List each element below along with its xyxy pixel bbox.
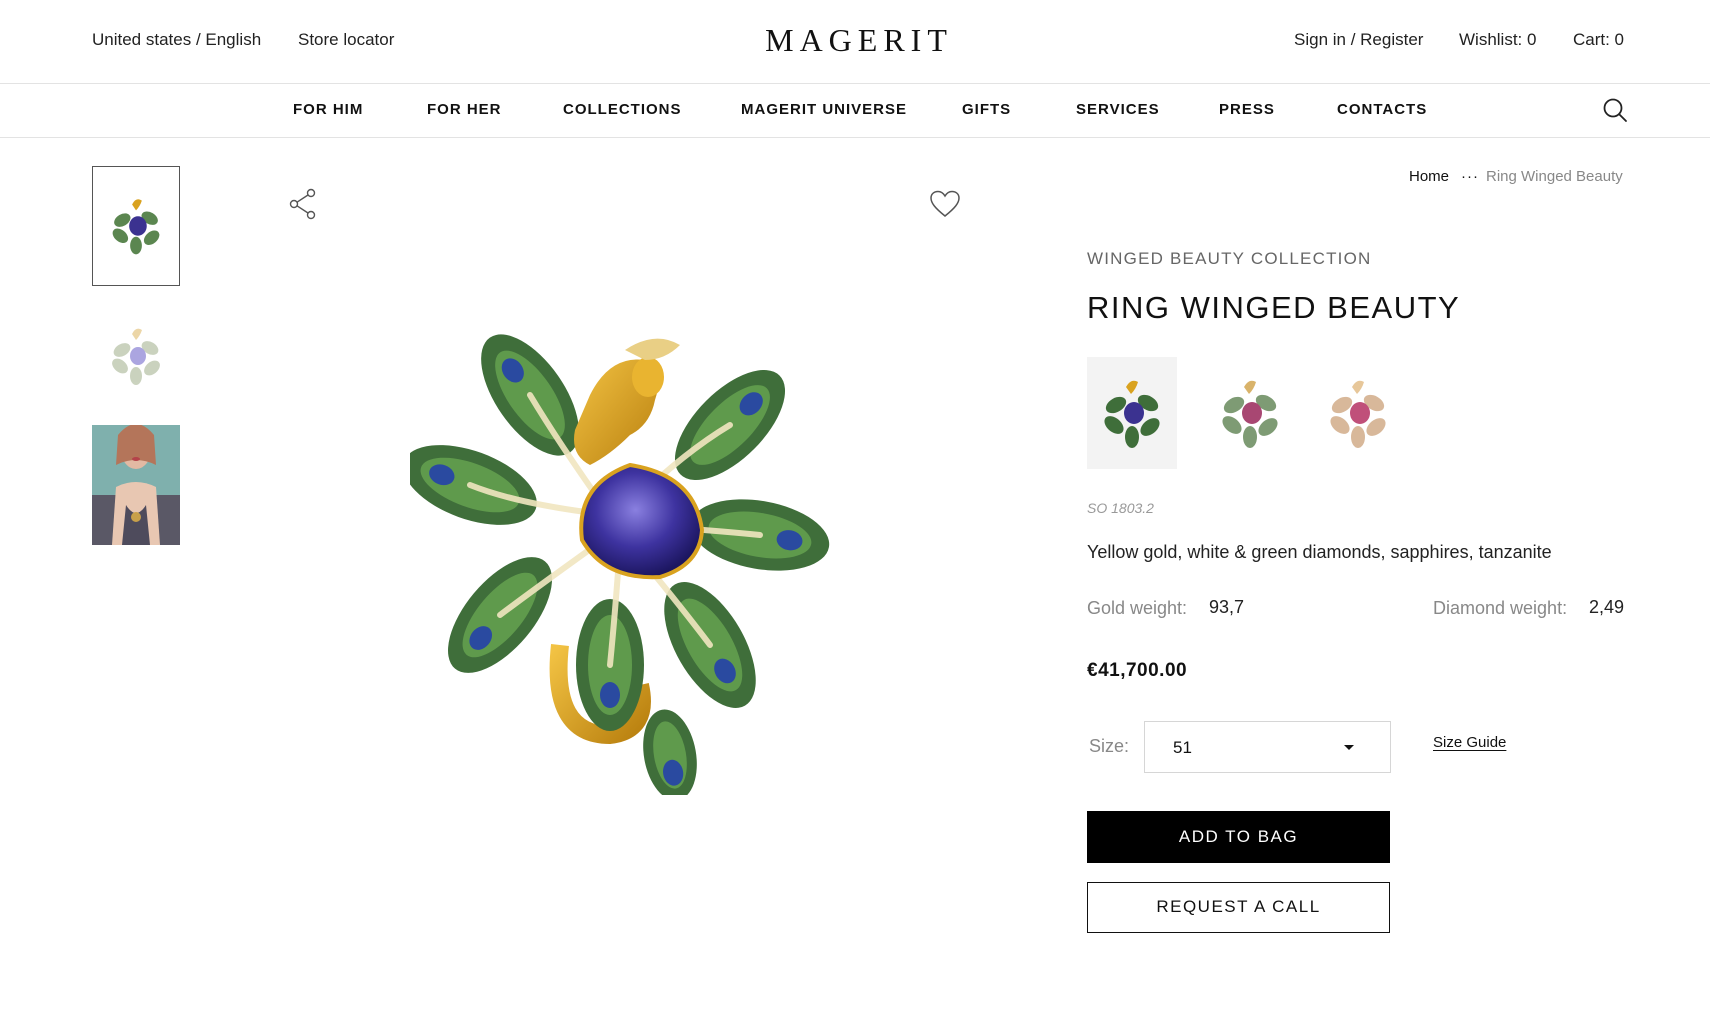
diamond-weight-label: Diamond weight: [1433,598,1568,618]
product-material: Yellow gold, white & green diamonds, sap… [1087,542,1552,562]
gold-weight-value: 93,7 [1209,597,1245,617]
ring-alt-view-image [112,328,160,385]
ring-thumbnail-image [112,199,160,255]
nav-item-services[interactable]: SERVICES [1076,101,1160,118]
variant-pink-gold-image [1330,380,1386,448]
cart-link[interactable]: Cart: 0 [1573,30,1624,50]
heart-icon[interactable] [929,190,961,218]
nav-item-press[interactable]: PRESS [1219,101,1275,118]
size-guide-link[interactable]: Size Guide [1433,734,1506,751]
collection-name[interactable]: WINGED BEAUTY COLLECTION [1087,249,1371,269]
breadcrumb-separator: ··· [1461,168,1479,185]
locale-selector[interactable]: United states / English [92,30,261,50]
request-call-button[interactable]: REQUEST A CALL [1087,882,1390,933]
share-icon[interactable] [288,188,318,220]
variant-tanzanite-image [1104,380,1160,448]
add-to-bag-button[interactable]: ADD TO BAG [1087,811,1390,863]
size-select[interactable]: 51 [1144,721,1391,773]
breadcrumb-current: Ring Winged Beauty [1486,168,1623,185]
variant-swatch-2[interactable] [1205,357,1295,469]
product-main-image [410,334,830,795]
thumbnail-1[interactable] [92,166,180,286]
breadcrumb-home[interactable]: Home [1409,168,1449,185]
brand-logo[interactable]: MAGERIT [716,20,1002,60]
model-photo-image [92,425,180,545]
size-selected-value: 51 [1173,738,1192,757]
thumbnail-3[interactable] [92,425,180,545]
product-sku: SO 1803.2 [1087,500,1154,516]
diamond-weight-value: 2,49 [1589,597,1625,617]
gold-weight-label: Gold weight: [1087,598,1188,618]
wishlist-link[interactable]: Wishlist: 0 [1459,30,1536,50]
nav-item-contacts[interactable]: CONTACTS [1337,101,1427,118]
product-title: RING WINGED BEAUTY [1087,290,1461,325]
variant-pink-green-image [1222,380,1278,448]
thumbnail-2[interactable] [92,296,180,416]
main-nav: FOR HIM FOR HER COLLECTIONS MAGERIT UNIV… [0,84,1710,138]
nav-item-for-him[interactable]: FOR HIM [293,101,363,118]
variant-swatch-3[interactable] [1313,357,1403,469]
size-label: Size: [1089,736,1130,756]
caret-down-icon [1344,745,1354,750]
search-icon[interactable] [1601,96,1629,124]
nav-item-magerit-universe[interactable]: MAGERIT UNIVERSE [741,101,907,118]
product-price: €41,700.00 [1087,660,1188,681]
nav-item-for-her[interactable]: FOR HER [427,101,502,118]
top-bar: United states / English Store locator MA… [0,0,1710,84]
variant-swatch-1[interactable] [1087,357,1177,469]
store-locator-link[interactable]: Store locator [298,30,394,50]
nav-item-collections[interactable]: COLLECTIONS [563,101,682,118]
nav-item-gifts[interactable]: GIFTS [962,101,1011,118]
sign-in-link[interactable]: Sign in / Register [1294,30,1423,50]
